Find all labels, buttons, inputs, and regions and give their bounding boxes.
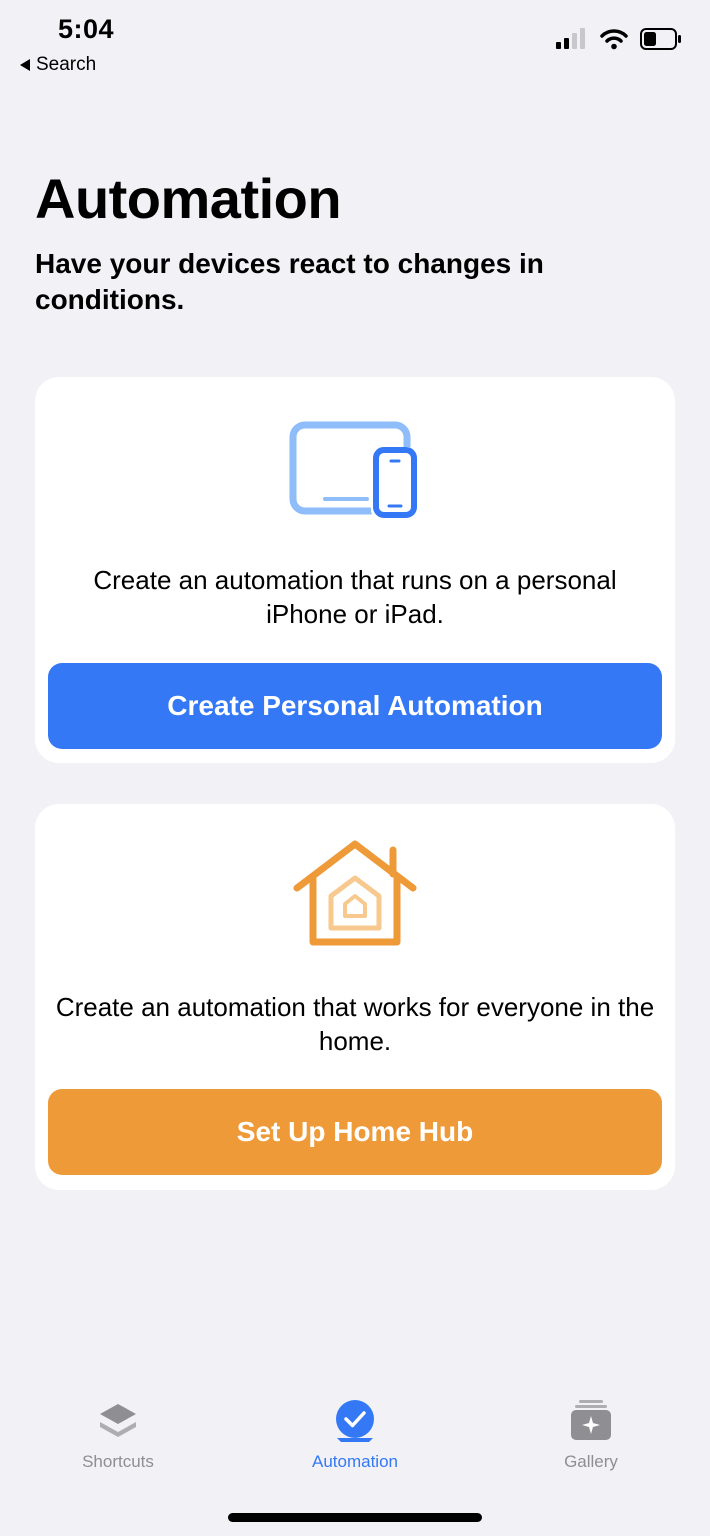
wifi-icon <box>600 29 628 50</box>
status-time: 5:04 <box>58 14 115 44</box>
page-title: Automation <box>35 167 342 230</box>
tab-automation-label: Automation <box>312 1452 398 1471</box>
tab-gallery-label: Gallery <box>564 1452 618 1471</box>
tab-automation[interactable]: Automation <box>265 1392 445 1472</box>
personal-automation-description: Create an automation that runs on a pers… <box>93 565 617 629</box>
home-indicator[interactable] <box>228 1513 482 1522</box>
back-link-label: Search <box>36 54 97 75</box>
personal-automation-card: Create an automation that runs on a pers… <box>35 377 675 763</box>
gallery-icon <box>571 1400 611 1440</box>
devices-icon <box>289 421 417 519</box>
home-automation-description: Create an automation that works for ever… <box>55 992 655 1056</box>
tab-gallery[interactable]: Gallery <box>501 1392 681 1472</box>
battery-icon <box>640 28 681 50</box>
tab-shortcuts[interactable]: Shortcuts <box>28 1392 208 1472</box>
cellular-signal-icon <box>556 28 585 49</box>
set-up-home-hub-button[interactable]: Set Up Home Hub <box>48 1089 662 1175</box>
stack-icon <box>100 1404 136 1437</box>
status-icons <box>556 28 682 50</box>
back-to-search-link[interactable]: Search <box>20 54 96 76</box>
tab-shortcuts-label: Shortcuts <box>82 1452 154 1471</box>
home-icon <box>293 840 417 946</box>
automation-check-icon <box>336 1400 374 1442</box>
create-personal-automation-button[interactable]: Create Personal Automation <box>48 663 662 749</box>
tab-bar: Shortcuts Automation Gallery <box>0 1392 710 1482</box>
page-subtitle: Have your devices react to changes in co… <box>35 248 544 315</box>
home-automation-card: Create an automation that works for ever… <box>35 804 675 1190</box>
back-arrow-icon <box>20 59 30 71</box>
